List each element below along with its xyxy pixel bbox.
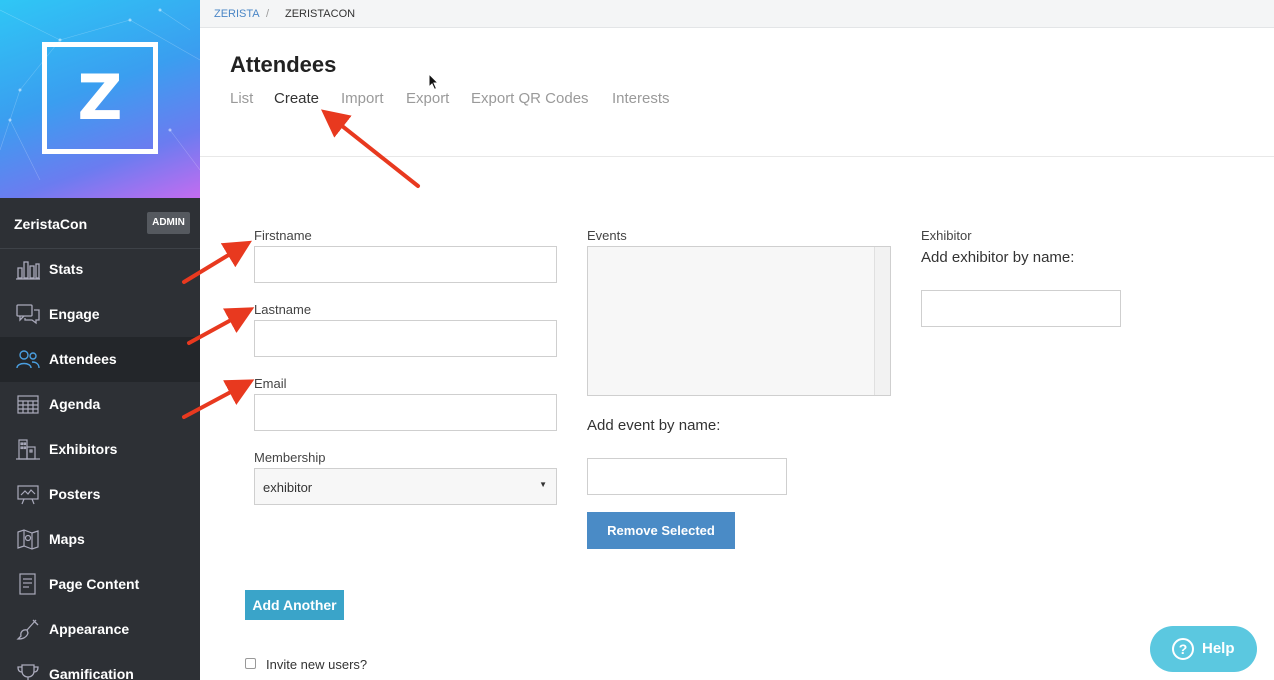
org-name: ZeristaCon	[14, 216, 88, 232]
sidebar-item-label: Gamification	[49, 666, 134, 680]
add-event-label: Add event by name:	[587, 417, 721, 434]
remove-selected-button[interactable]: Remove Selected	[587, 512, 735, 549]
bar-chart-icon	[16, 261, 40, 280]
sidebar-item-stats[interactable]: Stats	[0, 247, 200, 292]
presentation-board-icon	[17, 485, 39, 505]
events-label: Events	[587, 228, 627, 243]
sidebar-item-attendees[interactable]: Attendees	[0, 337, 200, 382]
annotation-arrow-create	[321, 109, 420, 188]
sidebar-item-label: Maps	[49, 531, 85, 547]
sidebar-item-exhibitors[interactable]: Exhibitors	[0, 427, 200, 472]
email-label: Email	[254, 376, 287, 391]
breadcrumb-link-zerista[interactable]: ZERISTA	[214, 8, 260, 20]
paintbrush-icon	[16, 619, 39, 640]
membership-select[interactable]: exhibitor ▼	[254, 468, 557, 505]
sidebar-item-label: Attendees	[49, 351, 117, 367]
tab-export[interactable]: Export	[406, 90, 449, 107]
add-event-input[interactable]	[587, 458, 787, 495]
chat-bubbles-icon	[16, 304, 40, 325]
tab-export-qr-codes[interactable]: Export QR Codes	[471, 90, 589, 107]
events-scrollbar[interactable]	[874, 247, 890, 395]
firstname-input[interactable]	[254, 246, 557, 283]
sidebar-item-agenda[interactable]: Agenda	[0, 382, 200, 427]
events-listbox[interactable]	[587, 246, 891, 396]
sidebar-item-maps[interactable]: Maps	[0, 517, 200, 562]
membership-label: Membership	[254, 450, 326, 465]
help-button[interactable]: ? Help	[1150, 626, 1257, 672]
add-another-button[interactable]: Add Another	[245, 590, 344, 620]
calendar-grid-icon	[17, 395, 39, 414]
people-icon	[16, 350, 40, 369]
sidebar-item-gamification[interactable]: Gamification	[0, 652, 200, 680]
logo-banner[interactable]: Z	[0, 0, 200, 198]
sidebar-item-posters[interactable]: Posters	[0, 472, 200, 517]
tab-import[interactable]: Import	[341, 90, 384, 107]
tab-list[interactable]: List	[230, 90, 253, 107]
sidebar-item-appearance[interactable]: Appearance	[0, 607, 200, 652]
sidebar-item-label: Exhibitors	[49, 441, 118, 457]
breadcrumb-separator: /	[266, 8, 270, 20]
sidebar-item-label: Posters	[49, 486, 101, 502]
mouse-cursor-icon	[428, 73, 440, 91]
logo: Z	[42, 42, 158, 154]
firstname-label: Firstname	[254, 228, 312, 243]
trophy-icon	[17, 664, 39, 680]
sidebar-item-label: Engage	[49, 306, 100, 322]
question-circle-icon: ?	[1172, 638, 1194, 660]
sidebar-item-label: Agenda	[49, 396, 101, 412]
page-title: Attendees	[230, 52, 337, 77]
map-icon	[17, 529, 39, 550]
breadcrumb: ZERISTA / ZERISTACON	[200, 0, 1274, 28]
buildings-icon	[16, 439, 40, 460]
sidebar-item-label: Appearance	[49, 621, 130, 637]
sidebar-item-label: Stats	[49, 261, 84, 277]
lastname-input[interactable]	[254, 320, 557, 357]
tab-interests[interactable]: Interests	[612, 90, 670, 107]
email-input[interactable]	[254, 394, 557, 431]
breadcrumb-current: ZERISTACON	[285, 8, 356, 20]
admin-badge: ADMIN	[147, 212, 190, 234]
membership-selected-value: exhibitor	[263, 480, 313, 495]
lastname-label: Lastname	[254, 302, 312, 317]
header-divider	[200, 156, 1274, 157]
sidebar-item-label: Page Content	[49, 576, 140, 592]
logo-letter: Z	[77, 61, 123, 134]
tab-create[interactable]: Create	[274, 90, 319, 107]
add-exhibitor-input[interactable]	[921, 290, 1121, 327]
invite-users-checkbox[interactable]	[245, 658, 256, 669]
invite-users-label: Invite new users?	[266, 657, 368, 672]
exhibitor-label: Exhibitor	[921, 228, 972, 243]
add-exhibitor-label: Add exhibitor by name:	[921, 249, 1075, 266]
document-icon	[19, 573, 36, 595]
sidebar-item-engage[interactable]: Engage	[0, 292, 200, 337]
sidebar: Z ZeristaCon ADMIN Stats Engage Attendee…	[0, 0, 200, 680]
caret-down-icon: ▼	[539, 480, 547, 489]
sidebar-item-page-content[interactable]: Page Content	[0, 562, 200, 607]
help-label: Help	[1202, 640, 1235, 657]
